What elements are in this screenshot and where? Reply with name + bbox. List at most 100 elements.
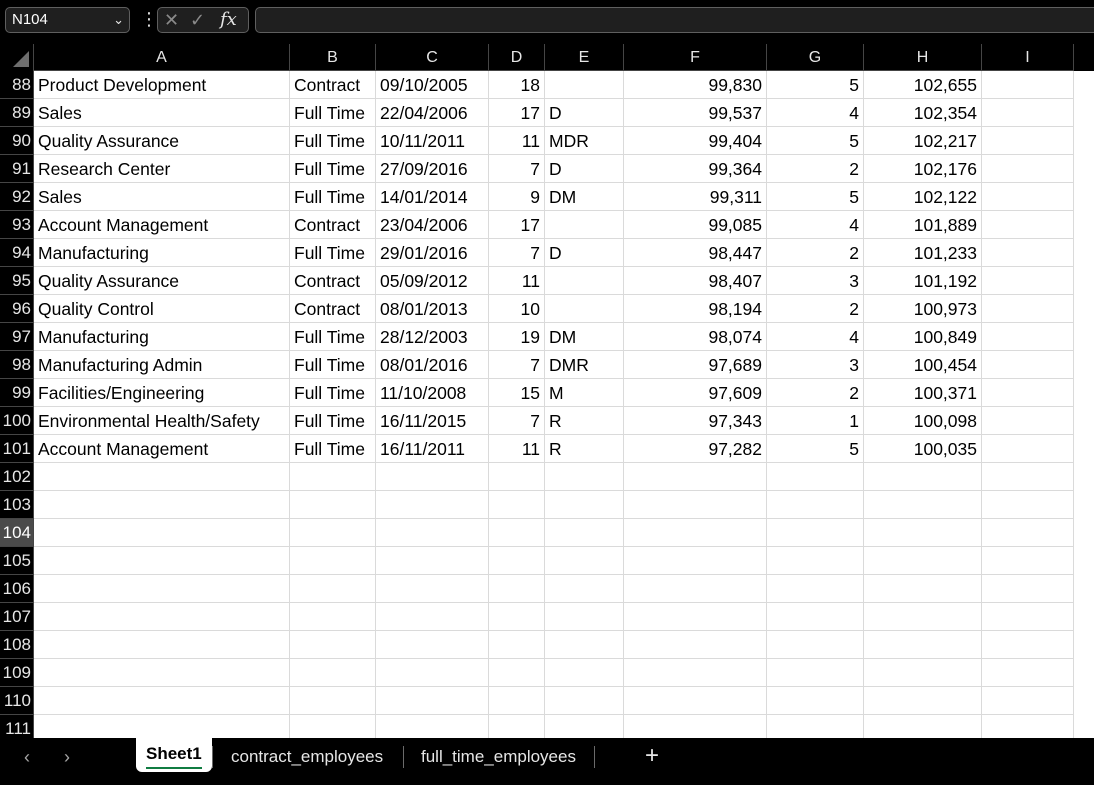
cell-h94[interactable]: 101,233 — [864, 239, 982, 267]
cell-d97[interactable]: 19 — [489, 323, 545, 351]
cell-b104[interactable] — [290, 519, 376, 547]
cell-f96[interactable]: 98,194 — [624, 295, 767, 323]
cell-f92[interactable]: 99,311 — [624, 183, 767, 211]
cell-e94[interactable]: D — [545, 239, 624, 267]
cell-f97[interactable]: 98,074 — [624, 323, 767, 351]
cell-g111[interactable] — [767, 715, 864, 738]
cell-e88[interactable] — [545, 71, 624, 99]
cell-a103[interactable] — [34, 491, 290, 519]
cell-c93[interactable]: 23/04/2006 — [376, 211, 489, 239]
cell-b108[interactable] — [290, 631, 376, 659]
formula-input[interactable] — [255, 7, 1094, 33]
cell-e93[interactable] — [545, 211, 624, 239]
cell-a91[interactable]: Research Center — [34, 155, 290, 183]
cell-i101[interactable] — [982, 435, 1074, 463]
cancel-icon[interactable]: ✕ — [164, 8, 179, 32]
cell-e100[interactable]: R — [545, 407, 624, 435]
cell-g110[interactable] — [767, 687, 864, 715]
add-sheet-icon[interactable]: + — [645, 742, 659, 770]
cell-b109[interactable] — [290, 659, 376, 687]
cell-f98[interactable]: 97,689 — [624, 351, 767, 379]
cell-h108[interactable] — [864, 631, 982, 659]
row-header-88[interactable]: 88 — [0, 71, 34, 99]
cell-b91[interactable]: Full Time — [290, 155, 376, 183]
cell-b96[interactable]: Contract — [290, 295, 376, 323]
cell-e105[interactable] — [545, 547, 624, 575]
cell-b98[interactable]: Full Time — [290, 351, 376, 379]
cell-i92[interactable] — [982, 183, 1074, 211]
cell-i90[interactable] — [982, 127, 1074, 155]
cell-f100[interactable]: 97,343 — [624, 407, 767, 435]
cell-a89[interactable]: Sales — [34, 99, 290, 127]
row-header-95[interactable]: 95 — [0, 267, 34, 295]
row-header-94[interactable]: 94 — [0, 239, 34, 267]
cell-h90[interactable]: 102,217 — [864, 127, 982, 155]
cell-d88[interactable]: 18 — [489, 71, 545, 99]
row-header-106[interactable]: 106 — [0, 575, 34, 603]
cell-h100[interactable]: 100,098 — [864, 407, 982, 435]
cell-h97[interactable]: 100,849 — [864, 323, 982, 351]
cell-i93[interactable] — [982, 211, 1074, 239]
cell-d105[interactable] — [489, 547, 545, 575]
row-header-92[interactable]: 92 — [0, 183, 34, 211]
cell-a95[interactable]: Quality Assurance — [34, 267, 290, 295]
cell-g107[interactable] — [767, 603, 864, 631]
cell-f109[interactable] — [624, 659, 767, 687]
enter-icon[interactable]: ✓ — [190, 8, 205, 32]
row-header-107[interactable]: 107 — [0, 603, 34, 631]
cell-i95[interactable] — [982, 267, 1074, 295]
cell-a104[interactable] — [34, 519, 290, 547]
cell-a106[interactable] — [34, 575, 290, 603]
cell-f89[interactable]: 99,537 — [624, 99, 767, 127]
cell-c90[interactable]: 10/11/2011 — [376, 127, 489, 155]
cell-c101[interactable]: 16/11/2011 — [376, 435, 489, 463]
row-header-98[interactable]: 98 — [0, 351, 34, 379]
cell-d98[interactable]: 7 — [489, 351, 545, 379]
column-header-d[interactable]: D — [489, 44, 545, 71]
cell-d102[interactable] — [489, 463, 545, 491]
cell-f88[interactable]: 99,830 — [624, 71, 767, 99]
cell-g106[interactable] — [767, 575, 864, 603]
row-header-97[interactable]: 97 — [0, 323, 34, 351]
cell-h106[interactable] — [864, 575, 982, 603]
cell-a102[interactable] — [34, 463, 290, 491]
cell-c108[interactable] — [376, 631, 489, 659]
cell-a108[interactable] — [34, 631, 290, 659]
cell-a107[interactable] — [34, 603, 290, 631]
cell-c94[interactable]: 29/01/2016 — [376, 239, 489, 267]
select-all-corner[interactable] — [0, 44, 34, 71]
cell-c111[interactable] — [376, 715, 489, 738]
cell-i98[interactable] — [982, 351, 1074, 379]
cell-h103[interactable] — [864, 491, 982, 519]
cell-c110[interactable] — [376, 687, 489, 715]
cell-h99[interactable]: 100,371 — [864, 379, 982, 407]
cell-e111[interactable] — [545, 715, 624, 738]
row-header-99[interactable]: 99 — [0, 379, 34, 407]
cell-h109[interactable] — [864, 659, 982, 687]
row-header-108[interactable]: 108 — [0, 631, 34, 659]
cell-a94[interactable]: Manufacturing — [34, 239, 290, 267]
cell-f107[interactable] — [624, 603, 767, 631]
cell-f90[interactable]: 99,404 — [624, 127, 767, 155]
cell-i102[interactable] — [982, 463, 1074, 491]
cell-grid[interactable]: Product Development Contract 09/10/2005 18 9… — [34, 71, 1094, 738]
sheet-tab-full-time-employees[interactable]: full_time_employees — [411, 738, 586, 772]
cell-b89[interactable]: Full Time — [290, 99, 376, 127]
cell-b107[interactable] — [290, 603, 376, 631]
sheet-tab-contract-employees[interactable]: contract_employees — [221, 738, 393, 772]
cell-g92[interactable]: 5 — [767, 183, 864, 211]
cell-c97[interactable]: 28/12/2003 — [376, 323, 489, 351]
cell-g104[interactable] — [767, 519, 864, 547]
cell-d95[interactable]: 11 — [489, 267, 545, 295]
cell-h110[interactable] — [864, 687, 982, 715]
cell-i88[interactable] — [982, 71, 1074, 99]
cell-e103[interactable] — [545, 491, 624, 519]
cell-h92[interactable]: 102,122 — [864, 183, 982, 211]
cell-i99[interactable] — [982, 379, 1074, 407]
cell-f91[interactable]: 99,364 — [624, 155, 767, 183]
cell-g97[interactable]: 4 — [767, 323, 864, 351]
cell-c100[interactable]: 16/11/2015 — [376, 407, 489, 435]
cell-b100[interactable]: Full Time — [290, 407, 376, 435]
cell-f99[interactable]: 97,609 — [624, 379, 767, 407]
cell-h88[interactable]: 102,655 — [864, 71, 982, 99]
